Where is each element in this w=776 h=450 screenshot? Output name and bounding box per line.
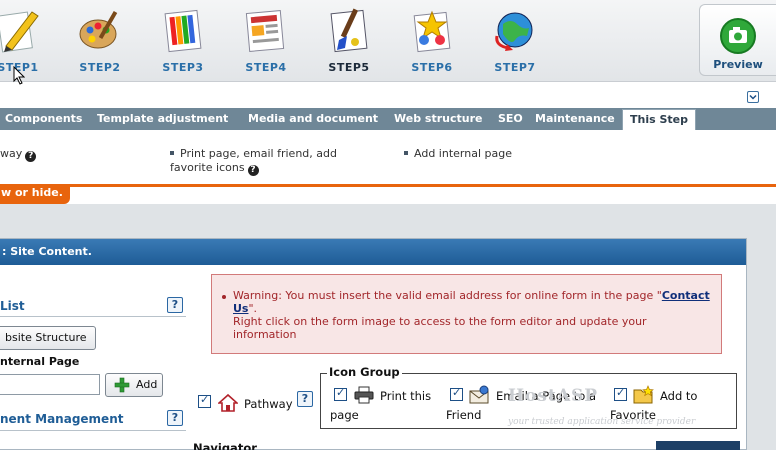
hostasp-watermark: HostASP your trusted application service… (508, 386, 696, 427)
tab-components[interactable]: Components (5, 108, 82, 130)
document-layout-icon (242, 6, 290, 54)
nav-tab-bar: Components Template adjustment Media and… (0, 108, 776, 130)
chevron-down-icon (749, 94, 757, 100)
help-item-print-email[interactable]: Print page, email friend, add favorite i… (170, 147, 337, 176)
tab-seo[interactable]: SEO (498, 108, 523, 130)
print-page-label: Print this (380, 389, 432, 403)
pathway-label: Pathway (244, 397, 293, 411)
bullet-icon (222, 295, 226, 299)
internal-page-input[interactable] (0, 374, 100, 395)
mouse-cursor-icon (13, 66, 25, 85)
step-label: STEP3 (162, 61, 204, 74)
star-puzzle-icon (408, 6, 456, 54)
step-label: STEP4 (245, 61, 287, 74)
section-divider (0, 316, 186, 317)
bullet-icon (404, 151, 408, 155)
color-swatches-icon (159, 6, 207, 54)
website-structure-button[interactable]: bsite Structure (0, 326, 96, 350)
plus-icon (114, 377, 130, 393)
help-links-row: way? Print page, email friend, add favor… (0, 140, 776, 182)
email-friend-label-line2: Friend (446, 408, 482, 422)
navigator-box (656, 441, 740, 450)
pathway-help-button[interactable]: ? (297, 391, 313, 407)
step-bar: STEP1 STEP2 STEP3 STEP4 STEP5 STEP6 STEP… (0, 0, 776, 82)
step-label: STEP5 (328, 61, 370, 74)
step-1-button[interactable]: STEP1 (0, 6, 53, 78)
icon-group-legend: Icon Group (327, 365, 402, 379)
camera-icon (719, 17, 757, 55)
help-question-icon[interactable]: ? (247, 165, 259, 176)
collapse-toggle-button[interactable] (747, 91, 759, 103)
tab-template-adjustment[interactable]: Template adjustment (97, 108, 228, 130)
step-4-button[interactable]: STEP4 (231, 6, 301, 78)
tab-maintenance[interactable]: Maintenance (535, 108, 615, 130)
print-page-label-line2: page (330, 408, 359, 422)
section-divider (0, 430, 186, 431)
step-5-button[interactable]: STEP5 (314, 6, 384, 78)
warning-message: Warning: You must insert the valid email… (211, 274, 722, 354)
pathway-checkbox[interactable] (198, 393, 211, 408)
pencil-icon (0, 6, 42, 54)
internal-page-label: nternal Page (0, 355, 80, 368)
step-label: STEP2 (79, 61, 121, 74)
list-help-button[interactable]: ? (167, 297, 183, 313)
orange-divider (0, 184, 776, 187)
tab-this-step[interactable]: This Step (622, 109, 696, 130)
globe-icon (491, 6, 539, 54)
palette-icon (76, 6, 124, 54)
add-internal-page-button[interactable]: Add (105, 373, 163, 397)
email-icon (469, 385, 489, 404)
panel-title: : Site Content. (0, 239, 746, 265)
step-3-button[interactable]: STEP3 (148, 6, 218, 78)
step-7-button[interactable]: STEP7 (480, 6, 550, 78)
tab-web-structure[interactable]: Web structure (394, 108, 482, 130)
management-section-title: nent Management (0, 412, 124, 426)
help-question-icon[interactable]: ? (25, 151, 37, 162)
help-item-add-internal-page[interactable]: Add internal page (404, 147, 512, 161)
step-label: STEP1 (0, 61, 39, 74)
preview-label: Preview (713, 58, 763, 71)
navigator-label: Navigator (193, 441, 257, 450)
home-icon (218, 393, 238, 412)
list-section-title: List (0, 299, 25, 313)
step-6-button[interactable]: STEP6 (397, 6, 467, 78)
preview-button[interactable]: Preview (699, 4, 776, 76)
show-hide-tab[interactable]: w or hide. (0, 184, 70, 204)
management-help-button[interactable]: ? (167, 410, 183, 426)
email-friend-checkbox[interactable] (450, 386, 463, 401)
step-2-button[interactable]: STEP2 (65, 6, 135, 78)
step-label: STEP7 (494, 61, 536, 74)
printer-icon (354, 386, 374, 404)
bullet-icon (170, 151, 174, 155)
paint-brush-icon (325, 6, 373, 54)
help-item-pathway[interactable]: way? (0, 147, 37, 162)
tab-media-and-document[interactable]: Media and document (248, 108, 378, 130)
print-page-checkbox[interactable] (334, 386, 347, 401)
step-label: STEP6 (411, 61, 453, 74)
